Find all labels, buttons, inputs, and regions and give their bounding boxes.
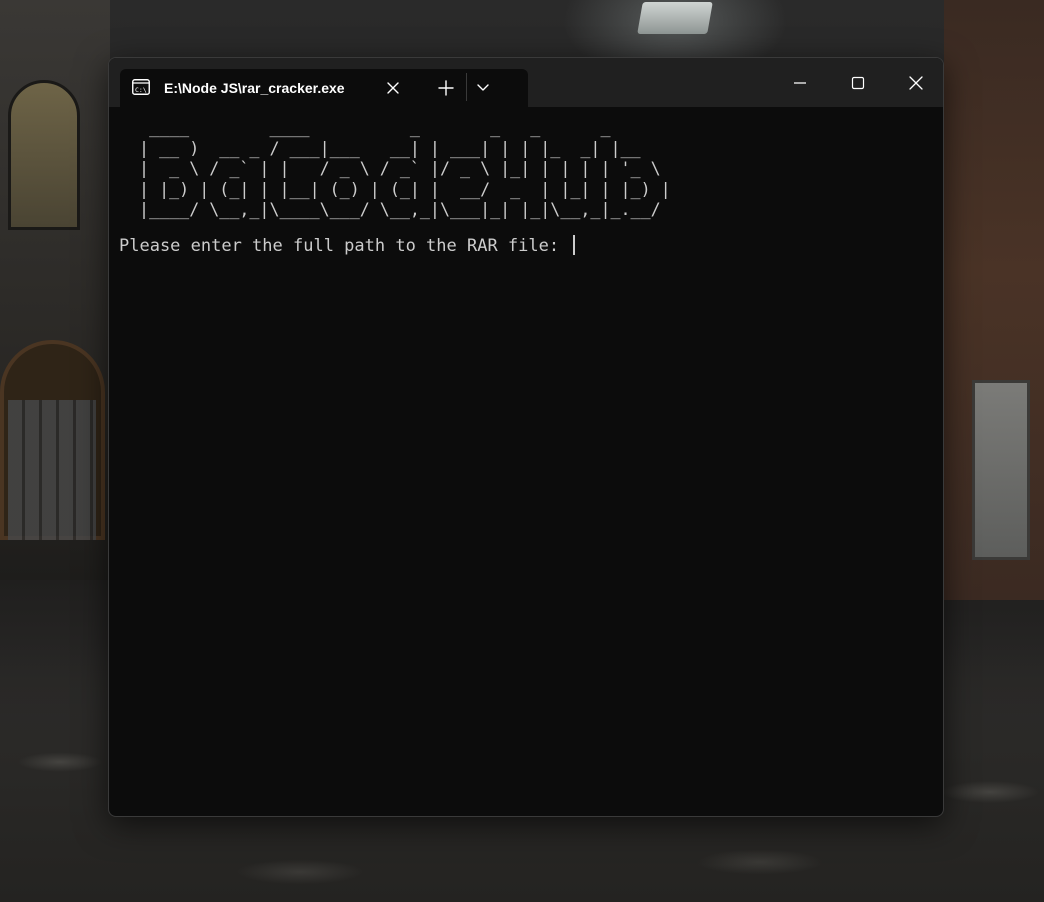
wallpaper-street-lamp (637, 2, 713, 34)
wallpaper-door (972, 380, 1030, 560)
minimize-button[interactable] (771, 58, 829, 107)
chevron-down-icon (477, 84, 489, 91)
svg-text:C:\: C:\ (135, 86, 147, 94)
new-tab-button[interactable] (435, 77, 457, 99)
wallpaper-left-building (0, 0, 110, 580)
console-output[interactable]: ____ ____ _ _ _ _ | __ ) __ _ / ___|___ … (119, 118, 933, 806)
ascii-banner: ____ ____ _ _ _ _ | __ ) __ _ / ___|___ … (139, 118, 671, 221)
close-icon (909, 75, 923, 90)
terminal-window: C:\ E:\Node JS\rar_cracker.exe ____ ____… (108, 57, 944, 817)
input-prompt-line[interactable]: Please enter the full path to the RAR fi… (119, 234, 933, 257)
tab-separator (466, 73, 467, 101)
maximize-icon (851, 76, 865, 89)
close-window-button[interactable] (887, 58, 943, 107)
maximize-button[interactable] (829, 58, 887, 107)
terminal-icon: C:\ (132, 79, 150, 95)
minimize-icon (794, 81, 806, 84)
title-bar[interactable]: C:\ E:\Node JS\rar_cracker.exe (109, 58, 943, 107)
tab-title: E:\Node JS\rar_cracker.exe (164, 80, 345, 96)
close-icon[interactable] (382, 77, 404, 99)
text-cursor (573, 234, 576, 255)
wallpaper-arched-window (8, 80, 80, 230)
tab-dropdown-button[interactable] (475, 79, 491, 95)
plus-icon (438, 80, 454, 96)
wallpaper-right-building (944, 0, 1044, 600)
prompt-text: Please enter the full path to the RAR fi… (119, 235, 570, 256)
wallpaper-door (8, 400, 96, 540)
